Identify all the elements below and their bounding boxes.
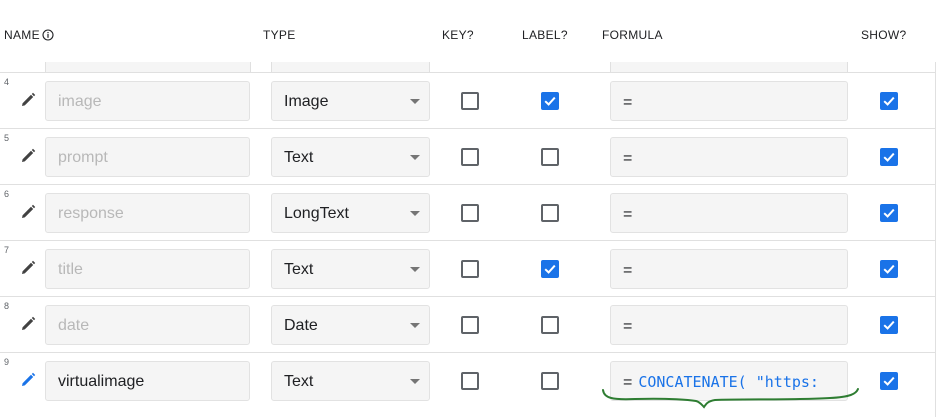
key-checkbox[interactable]	[461, 204, 479, 222]
check-icon	[544, 96, 556, 106]
pencil-icon[interactable]	[20, 316, 36, 332]
check-icon	[883, 208, 895, 218]
pencil-icon[interactable]	[20, 372, 36, 388]
table-row: 6 response LongText =	[0, 185, 936, 241]
key-checkbox[interactable]	[461, 92, 479, 110]
column-name-field[interactable]: title	[45, 249, 250, 289]
type-value: Date	[284, 317, 318, 334]
row-number: 7	[4, 245, 10, 255]
formula-prefix: =	[623, 94, 633, 111]
type-value: Image	[284, 93, 329, 110]
check-icon	[883, 96, 895, 106]
label-checkbox[interactable]	[541, 204, 559, 222]
pencil-icon[interactable]	[20, 204, 36, 220]
formula-field[interactable]: =	[610, 249, 848, 289]
row-number: 8	[4, 301, 10, 311]
key-checkbox[interactable]	[461, 372, 479, 390]
key-checkbox[interactable]	[461, 260, 479, 278]
label-checkbox[interactable]	[541, 316, 559, 334]
show-checkbox[interactable]	[880, 260, 898, 278]
info-icon[interactable]	[42, 29, 54, 41]
check-icon	[883, 152, 895, 162]
header-formula: FORMULA	[602, 28, 663, 42]
check-icon	[883, 320, 895, 330]
caret-down-icon	[410, 155, 420, 160]
caret-down-icon	[410, 211, 420, 216]
table-header: NAME TYPE KEY? LABEL? FORMULA SHOW?	[0, 0, 946, 62]
type-select[interactable]: Image	[271, 81, 430, 121]
column-name-field[interactable]: prompt	[45, 137, 250, 177]
column-name-field[interactable]: response	[45, 193, 250, 233]
type-select[interactable]: Date	[271, 305, 430, 345]
label-checkbox[interactable]	[541, 148, 559, 166]
formula-prefix: =	[623, 262, 633, 279]
check-icon	[883, 264, 895, 274]
header-show: SHOW?	[861, 28, 907, 42]
formula-field[interactable]: =	[610, 137, 848, 177]
type-select[interactable]: Text	[271, 137, 430, 177]
type-select[interactable]: Text	[271, 249, 430, 289]
show-checkbox[interactable]	[880, 204, 898, 222]
pencil-icon[interactable]	[20, 260, 36, 276]
type-select[interactable]: Text	[271, 361, 430, 401]
show-checkbox[interactable]	[880, 316, 898, 334]
header-name: NAME	[4, 28, 54, 42]
label-checkbox[interactable]	[541, 372, 559, 390]
caret-down-icon	[410, 379, 420, 384]
row-number: 6	[4, 189, 10, 199]
key-checkbox[interactable]	[461, 316, 479, 334]
header-name-label: NAME	[4, 28, 40, 42]
key-checkbox[interactable]	[461, 148, 479, 166]
table-row: 7 title Text =	[0, 241, 936, 297]
header-key: KEY?	[442, 28, 474, 42]
show-checkbox[interactable]	[880, 92, 898, 110]
header-type: TYPE	[263, 28, 296, 42]
row-number: 9	[4, 357, 10, 367]
column-name-field[interactable]: date	[45, 305, 250, 345]
formula-prefix: =	[623, 318, 633, 335]
table-row: 8 date Date =	[0, 297, 936, 353]
type-value: Text	[284, 149, 314, 166]
column-name-field[interactable]: virtualimage	[45, 361, 250, 401]
caret-down-icon	[410, 99, 420, 104]
label-checkbox[interactable]	[541, 92, 559, 110]
show-checkbox[interactable]	[880, 372, 898, 390]
type-select[interactable]: LongText	[271, 193, 430, 233]
type-value: LongText	[284, 205, 349, 222]
type-value: Text	[284, 373, 314, 390]
row-number: 5	[4, 133, 10, 143]
check-icon	[544, 264, 556, 274]
pencil-icon[interactable]	[20, 148, 36, 164]
formula-field[interactable]: =	[610, 81, 848, 121]
caret-down-icon	[410, 267, 420, 272]
show-checkbox[interactable]	[880, 148, 898, 166]
header-label: LABEL?	[522, 28, 568, 42]
annotation-brace	[602, 388, 859, 409]
column-name-field[interactable]: image	[45, 81, 250, 121]
table-row: 4 image Image =	[0, 73, 936, 129]
check-icon	[883, 376, 895, 386]
formula-field[interactable]: =	[610, 193, 848, 233]
formula-field[interactable]: =	[610, 305, 848, 345]
label-checkbox[interactable]	[541, 260, 559, 278]
row-number: 4	[4, 77, 10, 87]
table-row: 5 prompt Text =	[0, 129, 936, 185]
type-value: Text	[284, 261, 314, 278]
caret-down-icon	[410, 323, 420, 328]
formula-prefix: =	[623, 206, 633, 223]
formula-prefix: =	[623, 150, 633, 167]
pencil-icon[interactable]	[20, 92, 36, 108]
